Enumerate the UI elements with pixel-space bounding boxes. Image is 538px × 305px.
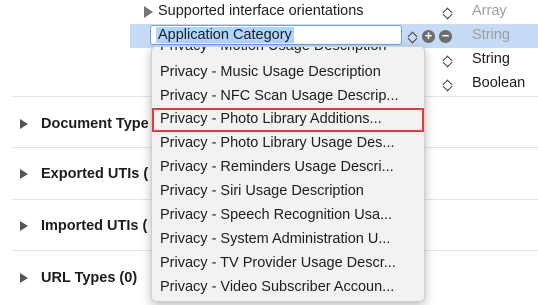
add-circle-icon[interactable]: + [422,29,435,43]
plist-editor: Supported interface orientations Array A… [0,0,538,305]
menu-item-label: Privacy - System Administration U... [160,231,391,247]
section-label: URL Types (0) [41,270,138,286]
menu-item-label: Privacy - NFC Scan Usage Descrip... [160,88,399,104]
stepper-icon[interactable] [442,52,453,70]
disclosure-triangle-icon[interactable] [20,221,28,231]
menu-item-photo-library-usage[interactable]: Privacy - Photo Library Usage Des... [152,132,424,156]
disclosure-triangle-icon[interactable] [20,169,28,179]
menu-item-nfc-scan-usage[interactable]: Privacy - NFC Scan Usage Descrip... [152,85,424,109]
disclosure-triangle-icon[interactable] [20,273,28,283]
key-edit-text[interactable]: Application Category [156,27,294,43]
plist-type-label: Boolean [472,75,526,91]
menu-item-label: Privacy - TV Provider Usage Descr... [160,255,396,271]
stepper-icon[interactable] [442,4,453,22]
menu-item-photo-library-additions[interactable]: Privacy - Photo Library Additions... [152,108,424,132]
section-label: Imported UTIs ( [41,218,148,234]
key-dropdown-menu[interactable]: Privacy - Motion Usage Description Priva… [151,46,425,302]
menu-item-music-usage[interactable]: Privacy - Music Usage Description [152,61,424,85]
menu-item-speech-recognition[interactable]: Privacy - Speech Recognition Usa... [152,204,424,228]
menu-item-label: Privacy - Photo Library Additions... [160,111,382,127]
section-label: Document Type [41,116,149,132]
menu-item-reminders-usage[interactable]: Privacy - Reminders Usage Descri... [152,156,424,180]
stepper-icon[interactable] [442,76,453,94]
menu-item-label: Privacy - Siri Usage Description [160,183,364,199]
menu-item-tv-provider[interactable]: Privacy - TV Provider Usage Descr... [152,252,424,276]
menu-item-clipped[interactable]: Privacy - Motion Usage Description [160,47,386,54]
menu-item-siri-usage[interactable]: Privacy - Siri Usage Description [152,180,424,204]
menu-item-label: Privacy - Speech Recognition Usa... [160,207,393,223]
disclosure-triangle-icon[interactable] [144,6,153,18]
plist-key-label: Supported interface orientations [158,3,364,19]
plist-row-category[interactable]: Application Category + − String [130,24,538,48]
plist-type-label: String [472,51,510,67]
menu-item-system-administration[interactable]: Privacy - System Administration U... [152,228,424,252]
plist-row-orientations[interactable]: Supported interface orientations Array [130,0,538,24]
menu-item-label: Privacy - Reminders Usage Descri... [160,159,394,175]
section-label: Exported UTIs ( [41,166,149,182]
key-edit-field[interactable]: Application Category [150,25,402,45]
disclosure-triangle-icon[interactable] [20,119,28,129]
stepper-icon[interactable] [407,28,418,46]
menu-item-label: Privacy - Video Subscriber Accoun... [160,279,395,295]
menu-item-label: Privacy - Music Usage Description [160,64,381,80]
menu-item-video-subscriber[interactable]: Privacy - Video Subscriber Accoun... [152,276,424,300]
remove-circle-icon[interactable]: − [439,29,452,43]
plist-type-label: Array [472,3,507,19]
menu-item-label: Privacy - Photo Library Usage Des... [160,135,395,151]
plist-type-label: String [472,27,510,43]
